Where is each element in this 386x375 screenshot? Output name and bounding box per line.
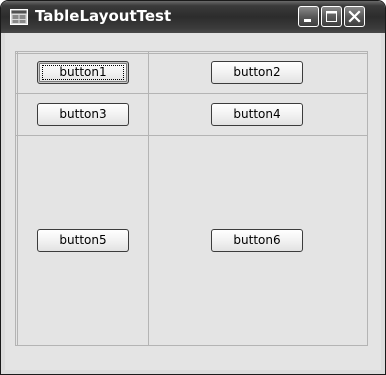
grid-line: [15, 93, 368, 94]
maximize-button[interactable]: [321, 6, 342, 27]
button1[interactable]: button1: [37, 61, 129, 84]
close-button[interactable]: [344, 6, 365, 27]
close-icon: [348, 10, 361, 23]
grid-line: [15, 51, 16, 346]
grid-line: [15, 53, 368, 54]
button4[interactable]: button4: [211, 103, 303, 126]
grid-line: [17, 51, 18, 346]
button2[interactable]: button2: [211, 61, 303, 84]
button5[interactable]: button5: [37, 229, 129, 252]
grid-line: [15, 51, 368, 52]
grid-line: [15, 345, 368, 346]
minimize-icon: [304, 19, 311, 22]
button3[interactable]: button3: [37, 103, 129, 126]
button6[interactable]: button6: [211, 229, 303, 252]
maximize-icon: [326, 11, 337, 22]
grid-line: [367, 51, 368, 346]
grid-line: [15, 135, 368, 136]
app-window-icon[interactable]: [10, 9, 28, 25]
title-bar[interactable]: TableLayoutTest: [1, 1, 385, 33]
window-title: TableLayoutTest: [35, 7, 172, 25]
grid-line: [148, 51, 149, 346]
table-layout-panel: [15, 51, 368, 347]
minimize-button[interactable]: [298, 6, 319, 27]
window: TableLayoutTest button1 button2 button3 …: [0, 0, 386, 375]
